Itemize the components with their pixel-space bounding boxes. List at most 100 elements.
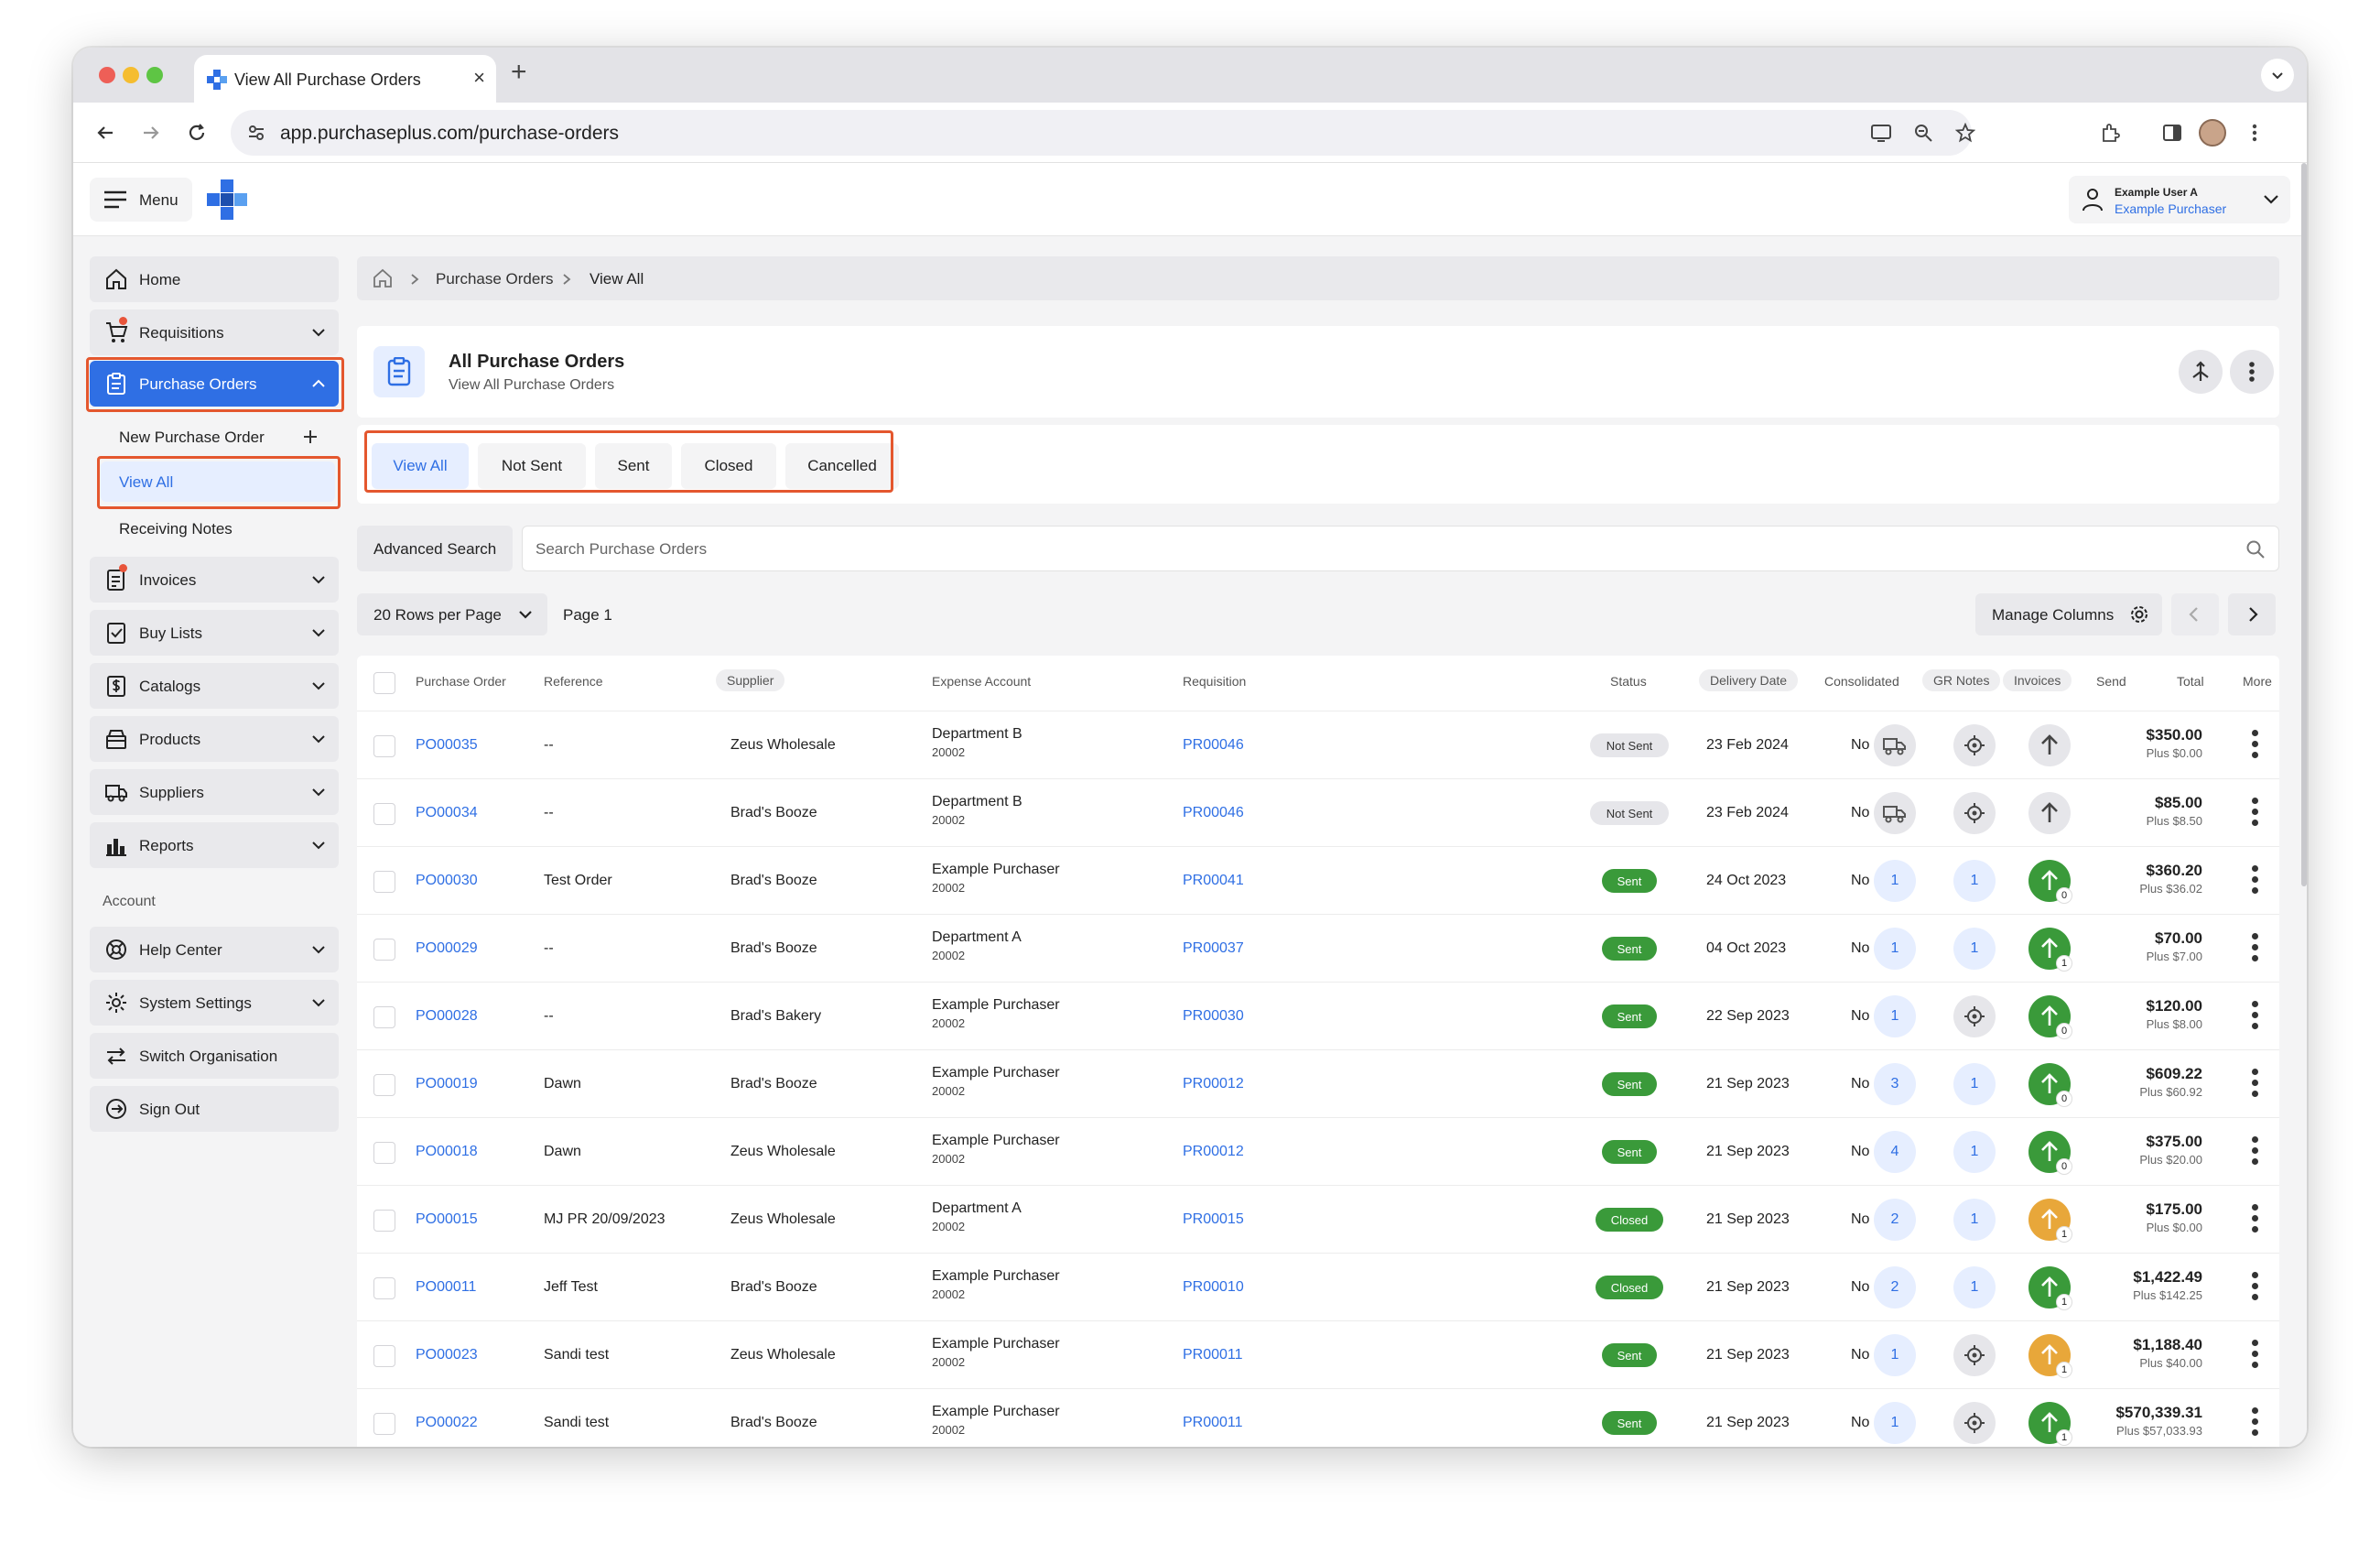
row-checkbox[interactable] [373,1345,395,1367]
send-button[interactable]: 0 [2028,1131,2072,1175]
column-header-purchase-order[interactable]: Purchase Order [416,674,506,689]
prev-page-button[interactable] [2171,593,2219,635]
send-button[interactable]: 1 [2028,928,2072,972]
row-more-button[interactable] [2250,1069,2259,1102]
sidebar-item-system-settings[interactable]: System Settings [90,980,339,1026]
requisition-link[interactable]: PR00030 [1183,1008,1244,1025]
po-number-link[interactable]: PO00018 [416,1144,478,1160]
table-row[interactable]: PO00030 Test Order Brad's Booze Example Pur… [357,846,2279,914]
gr-notes-count[interactable]: 2 [1874,1266,1916,1309]
column-header-reference[interactable]: Reference [544,674,603,689]
match-invoice-button[interactable] [1953,995,1996,1037]
row-checkbox[interactable] [373,1142,395,1164]
column-header-expense-account[interactable]: Expense Account [932,674,1031,689]
po-number-link[interactable]: PO00022 [416,1415,478,1431]
requisition-link[interactable]: PR00012 [1183,1076,1244,1092]
receive-goods-button[interactable] [1874,792,1916,834]
send-button[interactable]: 0 [2028,860,2072,904]
row-more-button[interactable] [2250,933,2259,966]
browser-menu-icon[interactable] [2237,115,2272,150]
po-number-link[interactable]: PO00011 [416,1279,476,1296]
reload-button[interactable] [179,115,214,150]
row-checkbox[interactable] [373,803,395,825]
requisition-link[interactable]: PR00010 [1183,1279,1244,1296]
sidebar-item-reports[interactable]: Reports [90,822,339,868]
po-number-link[interactable]: PO00030 [416,873,478,889]
row-more-button[interactable] [2250,865,2259,898]
row-more-button[interactable] [2250,730,2259,763]
extensions-icon[interactable] [2093,115,2127,150]
sidebar-subitem-new-purchase-order[interactable]: New Purchase Order [119,429,265,447]
browser-tab[interactable]: View All Purchase Orders × [194,55,496,103]
po-number-link[interactable]: PO00019 [416,1076,478,1092]
tab-sent[interactable]: Sent [595,443,672,489]
sidebar-item-suppliers[interactable]: Suppliers [90,769,339,815]
match-invoice-button[interactable] [1953,792,1996,834]
table-row[interactable]: PO00022 Sandi test Brad's Booze Example Pur… [357,1388,2279,1447]
table-row[interactable]: PO00034 -- Brad's Booze Department B 20002 PR… [357,778,2279,846]
sidebar-item-requisitions[interactable]: Requisitions [90,309,339,355]
po-number-link[interactable]: PO00035 [416,737,478,754]
send-button[interactable]: 0 [2028,995,2072,1039]
sidebar-item-invoices[interactable]: Invoices [90,557,339,603]
purchaseplus-logo[interactable] [207,179,247,220]
tab-search-button[interactable] [2261,59,2294,92]
send-button[interactable] [2028,724,2071,766]
menu-button[interactable]: Menu [90,178,192,222]
requisition-link[interactable]: PR00046 [1183,737,1244,754]
minimize-window-button[interactable] [123,67,139,83]
gr-notes-count[interactable]: 3 [1874,1063,1916,1105]
search-input[interactable]: Search Purchase Orders [522,526,2279,571]
rows-per-page-select[interactable]: 20 Rows per Page [357,593,547,635]
sidebar-item-sign-out[interactable]: Sign Out [90,1086,339,1132]
po-number-link[interactable]: PO00029 [416,940,478,957]
row-checkbox[interactable] [373,1006,395,1028]
receive-goods-button[interactable] [1874,724,1916,766]
send-button[interactable]: 1 [2028,1402,2072,1446]
table-row[interactable]: PO00035 -- Zeus Wholesale Department B 20002… [357,711,2279,778]
table-row[interactable]: PO00023 Sandi test Zeus Wholesale Example P… [357,1320,2279,1388]
cast-icon[interactable] [1864,115,1899,150]
requisition-link[interactable]: PR00012 [1183,1144,1244,1160]
gr-notes-count[interactable]: 1 [1874,995,1916,1037]
column-header-gr-notes[interactable]: GR Notes [1922,669,2001,691]
po-number-link[interactable]: PO00034 [416,805,478,821]
back-button[interactable] [88,115,123,150]
table-row[interactable]: PO00019 Dawn Brad's Booze Example Purchaser… [357,1049,2279,1117]
column-header-delivery-date[interactable]: Delivery Date [1699,669,1799,691]
address-bar[interactable]: app.purchaseplus.com/purchase-orders [231,110,1975,156]
row-more-button[interactable] [2250,798,2259,831]
requisition-link[interactable]: PR00041 [1183,873,1244,889]
sidebar-item-home[interactable]: Home [90,256,339,302]
search-icon[interactable] [2245,539,2266,559]
match-invoice-button[interactable] [1953,724,1996,766]
requisition-link[interactable]: PR00046 [1183,805,1244,821]
requisition-link[interactable]: PR00011 [1183,1415,1243,1431]
user-menu[interactable]: Example User A Example Purchaser [2069,176,2290,223]
row-checkbox[interactable] [373,1277,395,1299]
gr-notes-count[interactable]: 1 [1874,860,1916,902]
gr-notes-count[interactable]: 1 [1874,1402,1916,1444]
export-button[interactable] [2179,350,2223,394]
page-scrollbar[interactable] [2301,163,2307,886]
table-row[interactable]: PO00028 -- Brad's Bakery Example Purchaser 2… [357,982,2279,1049]
manage-columns-button[interactable]: Manage Columns [1975,593,2162,635]
row-checkbox[interactable] [373,1413,395,1435]
new-tab-icon[interactable]: + [511,57,527,88]
column-header-status[interactable]: Status [1610,674,1647,689]
requisition-link[interactable]: PR00015 [1183,1211,1244,1228]
table-row[interactable]: PO00015 MJ PR 20/09/2023 Zeus Wholesale Dep… [357,1185,2279,1253]
requisition-link[interactable]: PR00037 [1183,940,1244,957]
profile-avatar[interactable] [2195,115,2230,150]
breadcrumb-purchase-orders[interactable]: Purchase Orders [436,270,554,288]
column-header-supplier[interactable]: Supplier [716,669,785,691]
invoices-count[interactable]: 1 [1953,1131,1996,1173]
send-button[interactable]: 1 [2028,1334,2072,1378]
home-icon[interactable] [372,267,394,289]
row-more-button[interactable] [2250,1136,2259,1169]
row-checkbox[interactable] [373,735,395,757]
gr-notes-count[interactable]: 1 [1874,1334,1916,1376]
page-more-button[interactable] [2230,350,2274,394]
column-header-requisition[interactable]: Requisition [1183,674,1246,689]
send-button[interactable] [2028,792,2071,834]
